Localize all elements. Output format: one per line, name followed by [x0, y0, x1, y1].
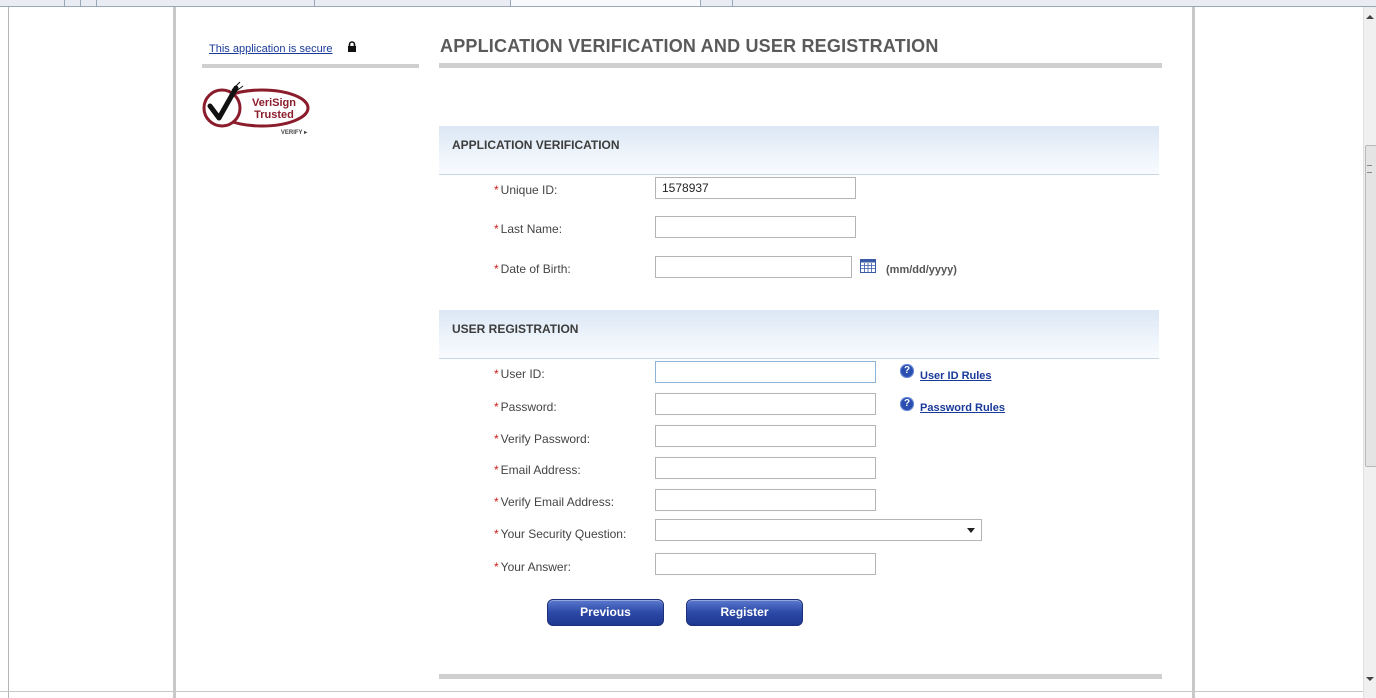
- verify-password-input[interactable]: [655, 425, 876, 447]
- calendar-icon[interactable]: [860, 259, 876, 273]
- required-marker: *: [494, 400, 499, 414]
- verify-password-label: * Verify Password:: [494, 432, 591, 446]
- date-format-hint: (mm/dd/yyyy): [886, 264, 957, 276]
- email-address-input[interactable]: [655, 457, 876, 479]
- page-frame-left-outer: [8, 7, 9, 698]
- date-of-birth-input[interactable]: [655, 256, 852, 278]
- svg-text:VeriSign: VeriSign: [252, 97, 296, 109]
- sidebar-divider: [202, 64, 419, 68]
- chevron-down-icon[interactable]: [967, 528, 975, 533]
- password-input[interactable]: [655, 393, 876, 415]
- page-title: APPLICATION VERIFICATION AND USER REGIST…: [440, 36, 939, 56]
- required-marker: *: [494, 560, 499, 574]
- date-of-birth-label: * Date of Birth:: [494, 262, 571, 276]
- required-marker: *: [494, 262, 499, 276]
- verisign-trusted-seal-logo[interactable]: VeriSign Trusted VERIFY ▸: [202, 78, 322, 148]
- password-label: * Password:: [494, 400, 557, 414]
- tab-divider: [732, 0, 733, 6]
- svg-text:VERIFY ▸: VERIFY ▸: [281, 130, 308, 136]
- tab-divider: [700, 0, 701, 6]
- last-name-label: * Last Name:: [494, 222, 563, 236]
- required-marker: *: [494, 527, 499, 541]
- section-header-user-registration: USER REGISTRATION: [439, 310, 1159, 359]
- user-id-label: * User ID:: [494, 367, 545, 381]
- required-marker: *: [494, 222, 499, 236]
- required-marker: *: [494, 367, 499, 381]
- tab-divider: [96, 0, 97, 6]
- scrollbar-grip-icon: [1367, 165, 1372, 173]
- unique-id-label: * Unique ID:: [494, 183, 558, 197]
- your-answer-input[interactable]: [655, 553, 876, 575]
- page-frame-right: [1192, 7, 1195, 698]
- page-frame-bottom: [0, 691, 1363, 692]
- section-header-application-verification: APPLICATION VERIFICATION: [439, 126, 1159, 175]
- section-heading: USER REGISTRATION: [452, 322, 579, 336]
- unique-id-input[interactable]: [655, 177, 856, 199]
- required-marker: *: [494, 463, 499, 477]
- last-name-input[interactable]: [655, 216, 856, 238]
- browser-tab-strip: [0, 0, 1376, 7]
- tab-divider: [314, 0, 315, 6]
- tab-divider: [80, 0, 81, 6]
- svg-text:Trusted: Trusted: [254, 109, 294, 121]
- browser-tab-active[interactable]: [510, 0, 701, 6]
- security-question-select[interactable]: [655, 519, 982, 541]
- email-address-label: * Email Address:: [494, 463, 581, 477]
- required-marker: *: [494, 432, 499, 446]
- register-button[interactable]: Register: [686, 599, 803, 626]
- verify-email-address-input[interactable]: [655, 489, 876, 511]
- required-marker: *: [494, 183, 499, 197]
- secure-application-link[interactable]: This application is secure: [209, 43, 333, 55]
- verify-email-address-label: * Verify Email Address:: [494, 495, 615, 509]
- scroll-up-arrow-icon[interactable]: [1366, 15, 1374, 19]
- vertical-scrollbar[interactable]: [1363, 7, 1376, 698]
- scrollbar-thumb[interactable]: [1365, 145, 1376, 467]
- lock-icon: [348, 41, 356, 52]
- user-id-input[interactable]: [655, 361, 876, 383]
- password-rules-link[interactable]: Password Rules: [920, 402, 1005, 414]
- user-id-rules-link[interactable]: User ID Rules: [920, 370, 992, 382]
- bottom-divider: [439, 674, 1162, 679]
- title-divider: [439, 63, 1162, 68]
- security-question-label: * Your Security Question:: [494, 527, 627, 541]
- previous-button[interactable]: Previous: [547, 599, 664, 626]
- help-question-icon[interactable]: ?: [900, 397, 914, 411]
- page-frame-left: [173, 7, 176, 698]
- tab-divider: [64, 0, 65, 6]
- help-question-icon[interactable]: ?: [900, 364, 914, 378]
- section-heading: APPLICATION VERIFICATION: [452, 138, 620, 152]
- your-answer-label: * Your Answer:: [494, 560, 571, 574]
- scroll-down-arrow-icon[interactable]: [1366, 677, 1374, 681]
- required-marker: *: [494, 495, 499, 509]
